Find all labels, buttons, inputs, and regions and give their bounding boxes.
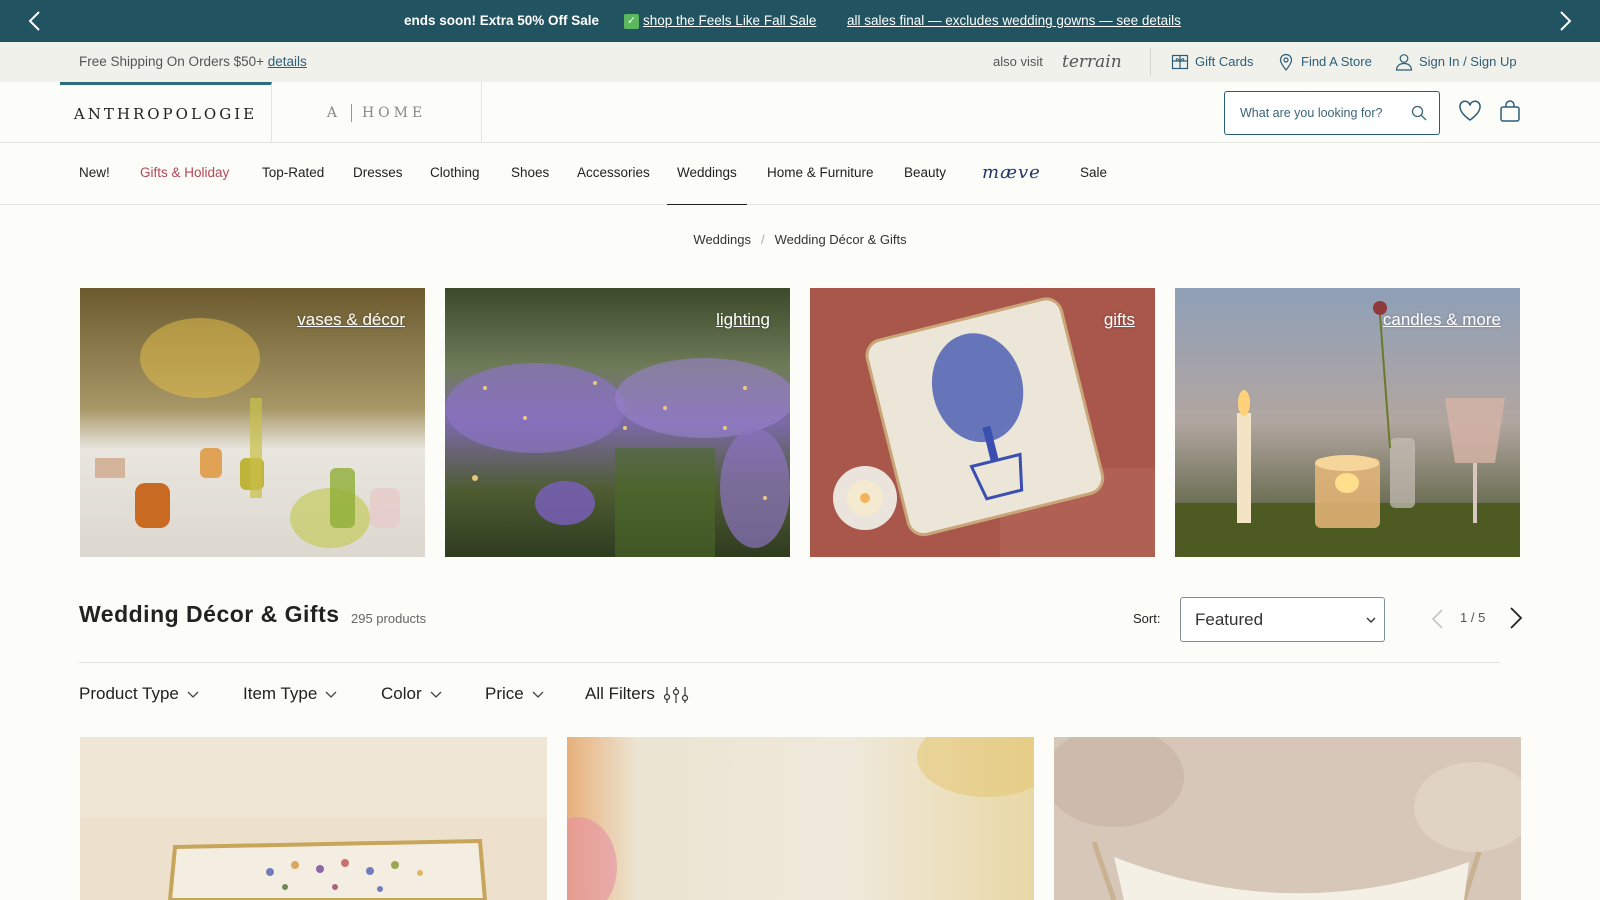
category-tile-gifts[interactable]: gifts (810, 288, 1155, 557)
product-card[interactable] (1054, 737, 1521, 900)
also-visit-label: also visit (993, 54, 1043, 69)
nav-item-beauty[interactable]: Beauty (904, 143, 946, 205)
category-label: vases & décor (297, 310, 405, 329)
terrain-logo-link[interactable]: terrain (1062, 42, 1122, 82)
nav-item-sale[interactable]: Sale (1080, 143, 1107, 205)
heart-icon[interactable] (1457, 98, 1483, 124)
sort-select-value: Featured (1195, 609, 1264, 629)
category-label: gifts (1103, 310, 1135, 329)
product-card[interactable] (567, 737, 1034, 900)
chevron-down-icon (430, 691, 442, 698)
search-box (1224, 91, 1440, 135)
product-count: 295 products (351, 611, 427, 626)
category-tile-lighting[interactable]: lighting (445, 288, 790, 557)
search-icon[interactable] (1411, 105, 1427, 121)
product-image (1054, 737, 1521, 900)
anthropologie-brand-tab[interactable]: ANTHROPOLOGIE (60, 82, 272, 143)
category-tile-vases[interactable]: vases & décor (80, 288, 425, 557)
sign-in-label: Sign In / Sign Up (1419, 54, 1517, 69)
ahome-brand-tab[interactable]: A HOME (272, 82, 482, 143)
gift-cards-label: Gift Cards (1195, 54, 1254, 69)
breadcrumb-separator: / (760, 232, 765, 247)
chevron-down-icon (1366, 617, 1376, 623)
breadcrumb: Weddings / Wedding Décor & Gifts (0, 232, 1600, 247)
nav-item-new[interactable]: New! (79, 143, 110, 205)
product-image (80, 737, 547, 900)
chevron-left-icon[interactable] (24, 9, 48, 33)
utility-divider (1150, 48, 1151, 76)
user-icon (1395, 54, 1413, 71)
nav-item-top-rated[interactable]: Top-Rated (262, 143, 324, 205)
gift-card-icon (1171, 54, 1189, 70)
sort-label: Sort: (1133, 611, 1161, 626)
ahome-divider (350, 103, 352, 122)
find-store-label: Find A Store (1301, 54, 1372, 69)
nav-item-accessories[interactable]: Accessories (577, 143, 650, 205)
filter-product-type[interactable]: Product Type (79, 682, 199, 706)
product-image (567, 737, 1034, 900)
nav-item-weddings[interactable]: Weddings (667, 143, 747, 205)
filter-label: Color (381, 684, 422, 703)
promo-link-fall-sale-text: shop the Feels Like Fall Sale (643, 13, 817, 28)
filter-label: All Filters (585, 684, 655, 703)
chevron-down-icon (187, 691, 199, 698)
shipping-notice: Free Shipping On Orders $50+ details (79, 42, 307, 82)
chevron-down-icon (532, 691, 544, 698)
location-pin-icon (1279, 53, 1293, 71)
nav-item-home-furniture[interactable]: Home & Furniture (767, 143, 874, 205)
sliders-icon (663, 687, 689, 703)
promo-bar: ends soon! Extra 50% Off Sale ✓ shop the … (0, 0, 1600, 42)
nav-item-gifts-holiday[interactable]: Gifts & Holiday (140, 143, 229, 205)
category-label: candles & more (1382, 310, 1501, 329)
check-icon: ✓ (624, 13, 639, 29)
filter-label: Price (485, 684, 524, 703)
bag-icon[interactable] (1497, 98, 1523, 124)
filter-item-type[interactable]: Item Type (243, 682, 337, 706)
ahome-letter: A (326, 104, 341, 121)
site-header: ANTHROPOLOGIE A HOME (0, 82, 1600, 143)
filter-all-filters[interactable]: All Filters (585, 682, 689, 706)
divider (79, 662, 1501, 663)
find-store-link[interactable]: Find A Store (1277, 42, 1372, 82)
shipping-text: Free Shipping On Orders $50+ (79, 54, 264, 69)
chevron-down-icon (325, 691, 337, 698)
nav-item-dresses[interactable]: Dresses (353, 143, 403, 205)
pager-next-icon[interactable] (1504, 606, 1526, 630)
sign-in-link[interactable]: Sign In / Sign Up (1395, 42, 1517, 82)
utility-bar: Free Shipping On Orders $50+ details als… (0, 42, 1600, 82)
nav-item-clothing[interactable]: Clothing (430, 143, 480, 205)
category-label: lighting (716, 310, 770, 329)
filter-color[interactable]: Color (381, 682, 442, 706)
nav-item-shoes[interactable]: Shoes (511, 143, 549, 205)
filter-price[interactable]: Price (485, 682, 544, 706)
main-nav: New! Gifts & Holiday Top-Rated Dresses C… (0, 143, 1600, 205)
filter-label: Product Type (79, 684, 179, 703)
filter-label: Item Type (243, 684, 318, 703)
pager-prev-icon[interactable] (1428, 608, 1448, 630)
promo-link-details[interactable]: all sales final — excludes wedding gowns… (847, 0, 1181, 42)
breadcrumb-weddings[interactable]: Weddings (693, 232, 751, 247)
pager-status: 1 / 5 (1460, 610, 1486, 625)
gift-cards-link[interactable]: Gift Cards (1171, 42, 1254, 82)
sort-select[interactable]: Featured (1180, 597, 1385, 642)
promo-link-fall-sale[interactable]: ✓ shop the Feels Like Fall Sale (624, 0, 816, 42)
product-card[interactable] (80, 737, 547, 900)
category-tile-candles[interactable]: candles & more (1175, 288, 1521, 557)
search-input[interactable] (1240, 106, 1411, 120)
promo-message: ends soon! Extra 50% Off Sale (404, 13, 600, 28)
breadcrumb-current: Wedding Décor & Gifts (774, 232, 907, 247)
chevron-right-icon[interactable] (1552, 9, 1576, 33)
page-title: Wedding Décor & Gifts (79, 601, 340, 627)
nav-item-maeve[interactable]: mæve (982, 143, 1041, 205)
shipping-details-link[interactable]: details (268, 54, 307, 69)
ahome-word: HOME (361, 104, 427, 121)
